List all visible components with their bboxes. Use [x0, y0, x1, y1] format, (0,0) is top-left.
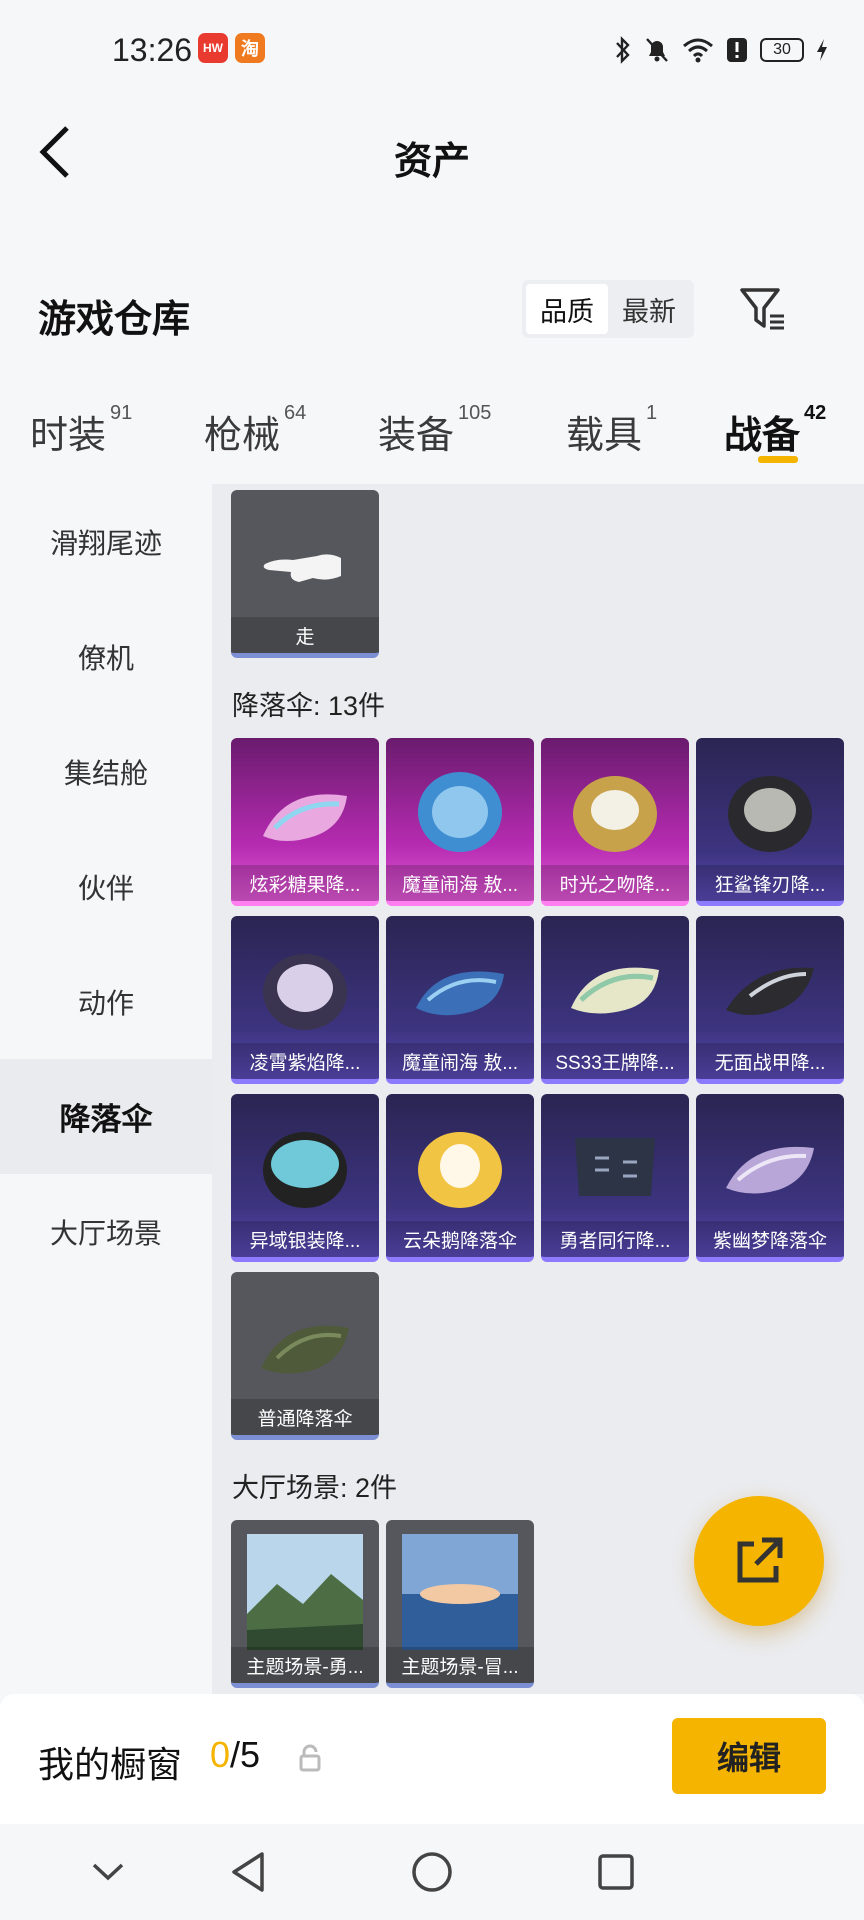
battery-indicator: 30	[760, 38, 804, 62]
nav-home-button[interactable]	[404, 1844, 460, 1900]
item-label: 云朵鹅降落伞	[386, 1221, 534, 1257]
nav-recents-button[interactable]	[588, 1844, 644, 1900]
tab-weapons[interactable]: 枪械64	[204, 402, 306, 459]
parachute-icon	[416, 971, 504, 1016]
item-card-parachute[interactable]: 炫彩糖果降...	[231, 738, 379, 906]
item-card-parachute[interactable]: 狂鲨锋刃降...	[696, 738, 844, 906]
parachute-icon	[726, 1146, 814, 1194]
item-card-parachute[interactable]: 云朵鹅降落伞	[386, 1094, 534, 1262]
item-label: 凌霄紫焰降...	[231, 1043, 379, 1079]
tab-readiness[interactable]: 战备42	[724, 402, 826, 459]
sidebar-item-parachute[interactable]: 降落伞	[0, 1059, 212, 1174]
pointing-hand-icon	[263, 554, 341, 582]
item-card-parachute[interactable]: 普通降落伞	[231, 1272, 379, 1440]
parachute-icon	[263, 794, 347, 841]
parachute-icon	[418, 1132, 502, 1208]
sidebar-item-rally-pod[interactable]: 集结舱	[0, 714, 212, 829]
sidebar-item-partner[interactable]: 伙伴	[0, 829, 212, 944]
item-card-parachute[interactable]: 紫幽梦降落伞	[696, 1094, 844, 1262]
status-bar: 13:26 HW 淘 30	[0, 0, 864, 100]
alert-icon	[727, 38, 747, 62]
section-title: 游戏仓库	[38, 299, 191, 341]
nav-back-button[interactable]	[220, 1844, 276, 1900]
item-card-parachute[interactable]: 时光之吻降...	[541, 738, 689, 906]
item-label: 无面战甲降...	[696, 1043, 844, 1079]
item-label: 主题场景-勇...	[231, 1647, 379, 1683]
item-label: 魔童闹海 敖...	[386, 1043, 534, 1079]
item-card-parachute[interactable]: 异域银装降...	[231, 1094, 379, 1262]
external-link-icon	[737, 1537, 783, 1583]
seaside-scene-image	[402, 1534, 518, 1650]
filter-icon	[740, 288, 784, 330]
active-tab-indicator	[758, 456, 798, 463]
category-tabs: 时装91 枪械64 装备105 载具1 战备42	[0, 366, 864, 484]
parachute-icon	[418, 772, 502, 852]
item-card-parachute[interactable]: 凌霄紫焰降...	[231, 916, 379, 1084]
item-label: 主题场景-冒...	[386, 1647, 534, 1683]
huawei-app-icon: HW	[198, 33, 228, 63]
item-label: 勇者同行降...	[541, 1221, 689, 1257]
parachute-icon	[261, 1325, 349, 1374]
square-recents-icon	[598, 1854, 634, 1890]
system-nav-bar	[0, 1824, 864, 1920]
showcase-label: 我的橱窗	[38, 1744, 183, 1785]
item-card-parachute[interactable]: 魔童闹海 敖...	[386, 738, 534, 906]
circle-home-icon	[412, 1852, 452, 1892]
sidebar: 滑翔尾迹 僚机 集结舱 伙伴 动作 降落伞 大厅场景	[0, 484, 212, 1694]
item-label: 紫幽梦降落伞	[696, 1221, 844, 1257]
item-card-lobby-scene[interactable]: 主题场景-勇...	[231, 1520, 379, 1688]
parachute-icon	[571, 967, 659, 1014]
mute-bell-icon	[646, 38, 668, 62]
item-card-parachute[interactable]: SS33王牌降...	[541, 916, 689, 1084]
sidebar-item-wingman[interactable]: 僚机	[0, 599, 212, 714]
item-card-parachute[interactable]: 魔童闹海 敖...	[386, 916, 534, 1084]
share-button[interactable]	[694, 1496, 824, 1626]
charging-icon	[817, 39, 827, 61]
item-label: 普通降落伞	[231, 1399, 379, 1435]
lock-icon	[299, 1744, 321, 1772]
showcase-count: 0/5	[210, 1734, 261, 1775]
edit-button[interactable]: 编辑	[672, 1718, 826, 1794]
nav-collapse-button[interactable]	[80, 1844, 136, 1900]
parachute-icon	[575, 1138, 655, 1196]
item-label: 异域银装降...	[231, 1221, 379, 1257]
triangle-back-icon	[232, 1852, 264, 1892]
parachute-icon	[573, 776, 657, 852]
sort-newest-option[interactable]: 最新	[608, 284, 690, 334]
filter-button[interactable]	[738, 286, 790, 334]
tab-vehicles[interactable]: 载具1	[566, 402, 657, 459]
parachute-icon	[263, 1132, 347, 1208]
item-card-lobby-scene[interactable]: 主题场景-冒...	[386, 1520, 534, 1688]
item-label: 时光之吻降...	[541, 865, 689, 901]
item-label: 魔童闹海 敖...	[386, 865, 534, 901]
lobby-group-title: 大厅场景: 2件	[232, 1473, 398, 1503]
status-time: 13:26	[112, 32, 193, 68]
item-label: 走	[231, 617, 379, 653]
mountain-scene-image	[247, 1534, 363, 1650]
status-icons: 30	[614, 36, 828, 64]
sidebar-item-glide-trail[interactable]: 滑翔尾迹	[0, 484, 212, 599]
chevron-down-icon	[92, 1863, 124, 1881]
parachute-icon	[726, 967, 814, 1015]
sort-toggle: 品质 最新	[522, 280, 694, 338]
item-label: SS33王牌降...	[541, 1043, 689, 1079]
parachute-icon	[263, 954, 347, 1030]
sort-quality-option[interactable]: 品质	[526, 284, 608, 334]
sidebar-item-lobby-scene[interactable]: 大厅场景	[0, 1174, 212, 1289]
sidebar-item-emote[interactable]: 动作	[0, 944, 212, 1059]
page-title: 资产	[393, 141, 470, 183]
tab-equipment[interactable]: 装备105	[378, 402, 491, 459]
item-label: 炫彩糖果降...	[231, 865, 379, 901]
parachute-group-title: 降落伞: 13件	[232, 691, 386, 721]
item-label: 狂鲨锋刃降...	[696, 865, 844, 901]
parachute-icon	[728, 776, 812, 852]
item-card-parachute[interactable]: 无面战甲降...	[696, 916, 844, 1084]
taobao-app-icon: 淘	[235, 33, 265, 63]
item-card-parachute[interactable]: 勇者同行降...	[541, 1094, 689, 1262]
bluetooth-icon	[616, 36, 630, 64]
tab-fashion[interactable]: 时装91	[30, 402, 132, 459]
wifi-icon	[683, 38, 713, 63]
item-card-emote[interactable]: 走	[231, 490, 379, 658]
